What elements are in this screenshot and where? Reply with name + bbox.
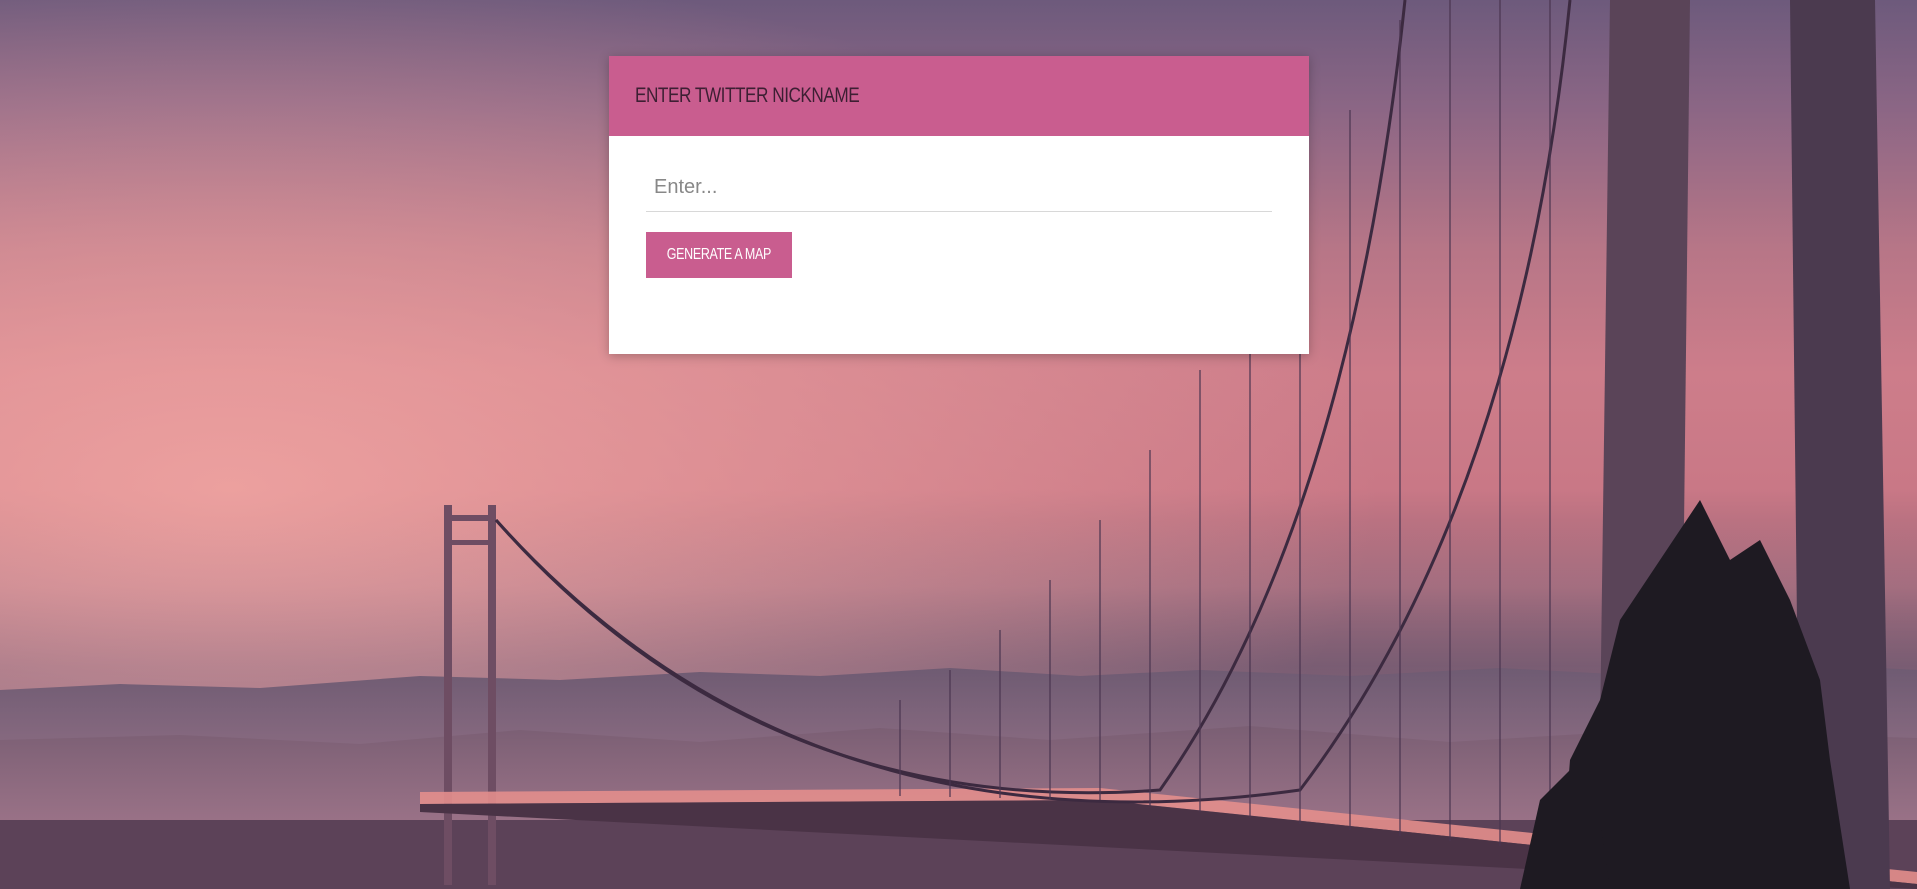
card-header: ENTER TWITTER NICKNAME <box>609 56 1309 136</box>
twitter-nickname-input[interactable] <box>646 164 1272 212</box>
generate-map-button-label: GENERATE A MAP <box>666 246 772 263</box>
card-title: ENTER TWITTER NICKNAME <box>635 84 860 107</box>
generate-map-button[interactable]: GENERATE A MAP <box>646 232 792 278</box>
card-body: GENERATE A MAP <box>609 164 1309 278</box>
nickname-card: ENTER TWITTER NICKNAME GENERATE A MAP <box>609 56 1309 354</box>
